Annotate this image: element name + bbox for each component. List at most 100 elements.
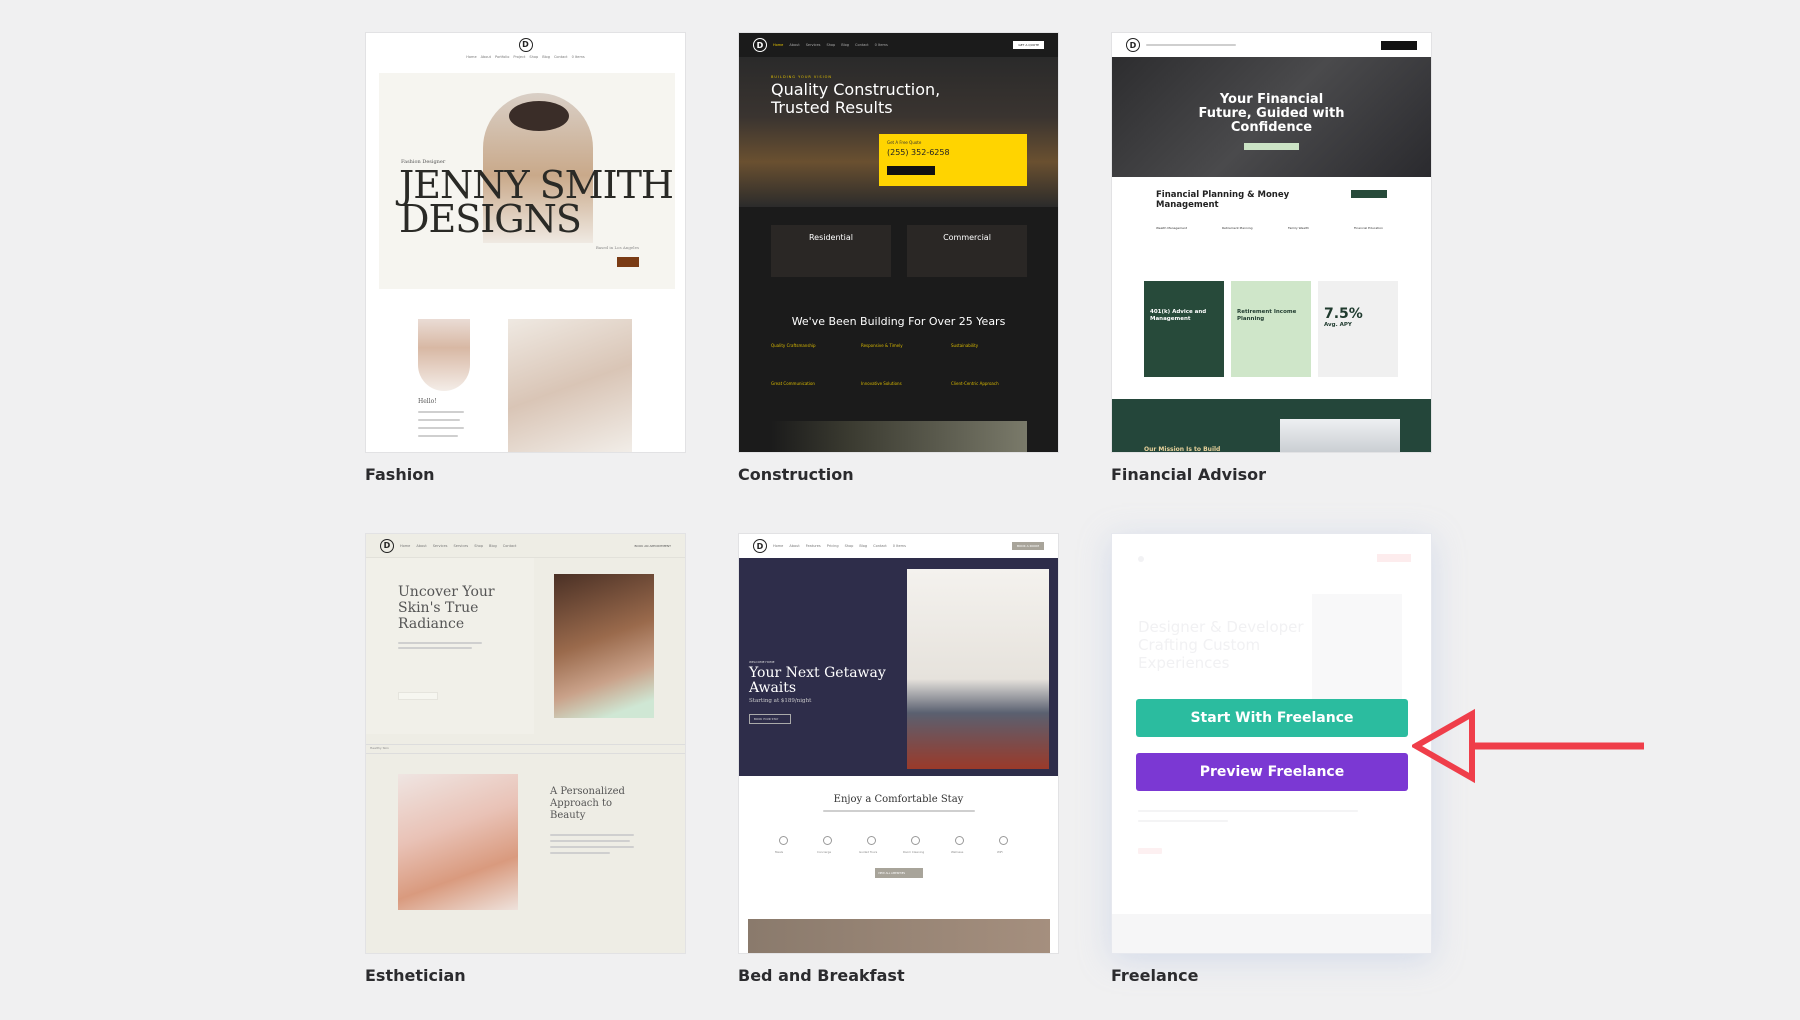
nav-item: Blog: [859, 544, 868, 548]
template-label[interactable]: Bed and Breakfast: [738, 966, 905, 985]
arrow-head: [1412, 708, 1475, 784]
nav-item: Home: [400, 543, 411, 548]
box-title: Retirement Income Planning: [1237, 309, 1297, 322]
nav-item: Contact: [553, 54, 568, 59]
preview-navbar: D Home About Portfolio Project Shop Blog…: [366, 33, 685, 63]
feature-title: Client-Centric Approach: [951, 381, 999, 386]
nav-item: 0 Items: [874, 43, 888, 47]
hero-button: [617, 257, 639, 267]
template-card-construction[interactable]: D Home About Services Shop Blog Contact …: [738, 32, 1059, 453]
template-card-fashion[interactable]: D Home About Portfolio Project Shop Blog…: [365, 32, 686, 453]
headline-line: Your Next Getaway: [749, 665, 886, 681]
hero-location: Based in Los Angeles: [595, 245, 639, 250]
hero-headline: JENNY SMITH DESIGNS: [399, 166, 674, 241]
feature-title: Responsive & Timely: [861, 343, 903, 348]
nav-item: Shop: [529, 54, 539, 59]
ghost-text-line: [1138, 810, 1358, 812]
preview-navbar: D Home About Services Shop Blog Contact …: [739, 33, 1058, 57]
template-card-bed-and-breakfast[interactable]: D Home About Features Pricing Shop Blog …: [738, 533, 1059, 954]
nav-items-placeholder: [1146, 44, 1236, 46]
feature-box: 7.5% Avg. APY: [1318, 281, 1398, 377]
amenity-label: Concierge: [817, 850, 832, 854]
preview-navbar: D Home About Features Pricing Shop Blog …: [739, 534, 1058, 558]
ticker-text: Healthy Skin: [370, 746, 389, 750]
template-card-freelance[interactable]: Designer & Developer Crafting Custom Exp…: [1111, 533, 1432, 954]
nav-item: 0 Items: [892, 544, 906, 548]
ghost-text-line: [1138, 820, 1228, 822]
mission-image: [1280, 419, 1400, 452]
divi-logo-icon: D: [518, 37, 533, 52]
template-card-financial-advisor[interactable]: D Your Financial Future, Guided with Con…: [1111, 32, 1432, 453]
text-line: [418, 435, 458, 437]
hands-image: [508, 319, 632, 452]
bottom-image: [771, 421, 1027, 452]
nav-item: About: [416, 543, 427, 548]
headline-line: A Personalized: [550, 786, 625, 797]
divi-logo-icon: D: [1126, 38, 1140, 52]
nav-item: Contact: [502, 543, 517, 548]
text-line: [398, 642, 482, 644]
nav-item: Blog: [542, 54, 550, 59]
template-label[interactable]: Freelance: [1111, 966, 1199, 985]
nav-item: Home: [773, 544, 784, 548]
template-label[interactable]: Fashion: [365, 465, 435, 484]
apy-value: 7.5%: [1324, 306, 1363, 322]
mission-title: Our Mission Is to Build: [1144, 446, 1221, 453]
feature-title: Great Communication: [771, 381, 815, 386]
hero-hat-shape: [509, 101, 569, 131]
amenity-icon: [823, 836, 832, 845]
ghost-nav-button: [1377, 554, 1411, 562]
text-line: [823, 810, 975, 812]
headline-line: Quality Construction,: [771, 80, 941, 99]
headline-line: DESIGNS: [399, 197, 582, 241]
service-tile: Residential: [771, 225, 891, 277]
column-title: Wealth Management: [1156, 226, 1188, 230]
headline-line: Awaits: [749, 680, 797, 696]
nav-item: Home: [466, 54, 477, 59]
feature-title: Sustainability: [951, 343, 979, 348]
nav-item: Shop: [474, 543, 484, 548]
preview-navbar: D Home About Services Services Shop Blog…: [366, 534, 685, 558]
amenity-label: Room Cleaning: [903, 850, 925, 854]
headline-line: Beauty: [550, 810, 586, 821]
text-line: [550, 840, 630, 842]
nav-item: Blog: [841, 43, 850, 47]
amenity-label: WiFi: [997, 850, 1003, 854]
nav-item: Features: [805, 544, 821, 548]
preview-freelance-button[interactable]: Preview Freelance: [1136, 753, 1408, 791]
nav-item: Services: [805, 43, 821, 47]
ticker-band: Healthy Skin: [366, 744, 685, 754]
template-card-esthetician[interactable]: D Home About Services Services Shop Blog…: [365, 533, 686, 954]
nav-item: Services: [453, 543, 469, 548]
mission-section: Our Mission Is to Build: [1112, 399, 1431, 453]
headline-line: Experiences: [1138, 654, 1230, 672]
quote-box: Get A Free Quote (255) 352-6258: [879, 134, 1027, 186]
text-line: [418, 427, 464, 429]
book-stay-button: BOOK YOUR STAY: [749, 714, 791, 724]
book-stay-label: BOOK YOUR STAY: [754, 717, 779, 721]
amenities-button-label: VIEW ALL AMENITIES: [878, 872, 906, 875]
ghost-footer: [1112, 914, 1431, 953]
text-line: [418, 419, 460, 421]
hello-text: Hello!: [418, 398, 437, 405]
headline-line: Future, Guided with: [1198, 106, 1345, 121]
text-line: [398, 647, 472, 649]
text-line: [550, 834, 634, 836]
nav-item: Portfolio: [494, 54, 510, 59]
headline-line: Designer & Developer: [1138, 618, 1304, 636]
template-label[interactable]: Esthetician: [365, 966, 466, 985]
amenity-icon: [955, 836, 964, 845]
template-label[interactable]: Financial Advisor: [1111, 465, 1266, 484]
template-label[interactable]: Construction: [738, 465, 854, 484]
panel-button: [1351, 190, 1387, 198]
headline-line: Approach to: [550, 798, 613, 809]
hero-headline: Your Financial Future, Guided with Confi…: [1112, 93, 1431, 135]
book-appointment-link: BOOK AN APPOINTMENT: [634, 543, 671, 548]
hero-kicker: BUILDING YOUR VISION: [771, 75, 832, 79]
nav-item: About: [789, 544, 800, 548]
amenity-icon: [867, 836, 876, 845]
divi-logo-icon: D: [753, 38, 767, 52]
hero-button: [1244, 143, 1299, 150]
start-with-freelance-button[interactable]: Start With Freelance: [1136, 699, 1408, 737]
section-title: Enjoy a Comfortable Stay: [833, 794, 964, 805]
